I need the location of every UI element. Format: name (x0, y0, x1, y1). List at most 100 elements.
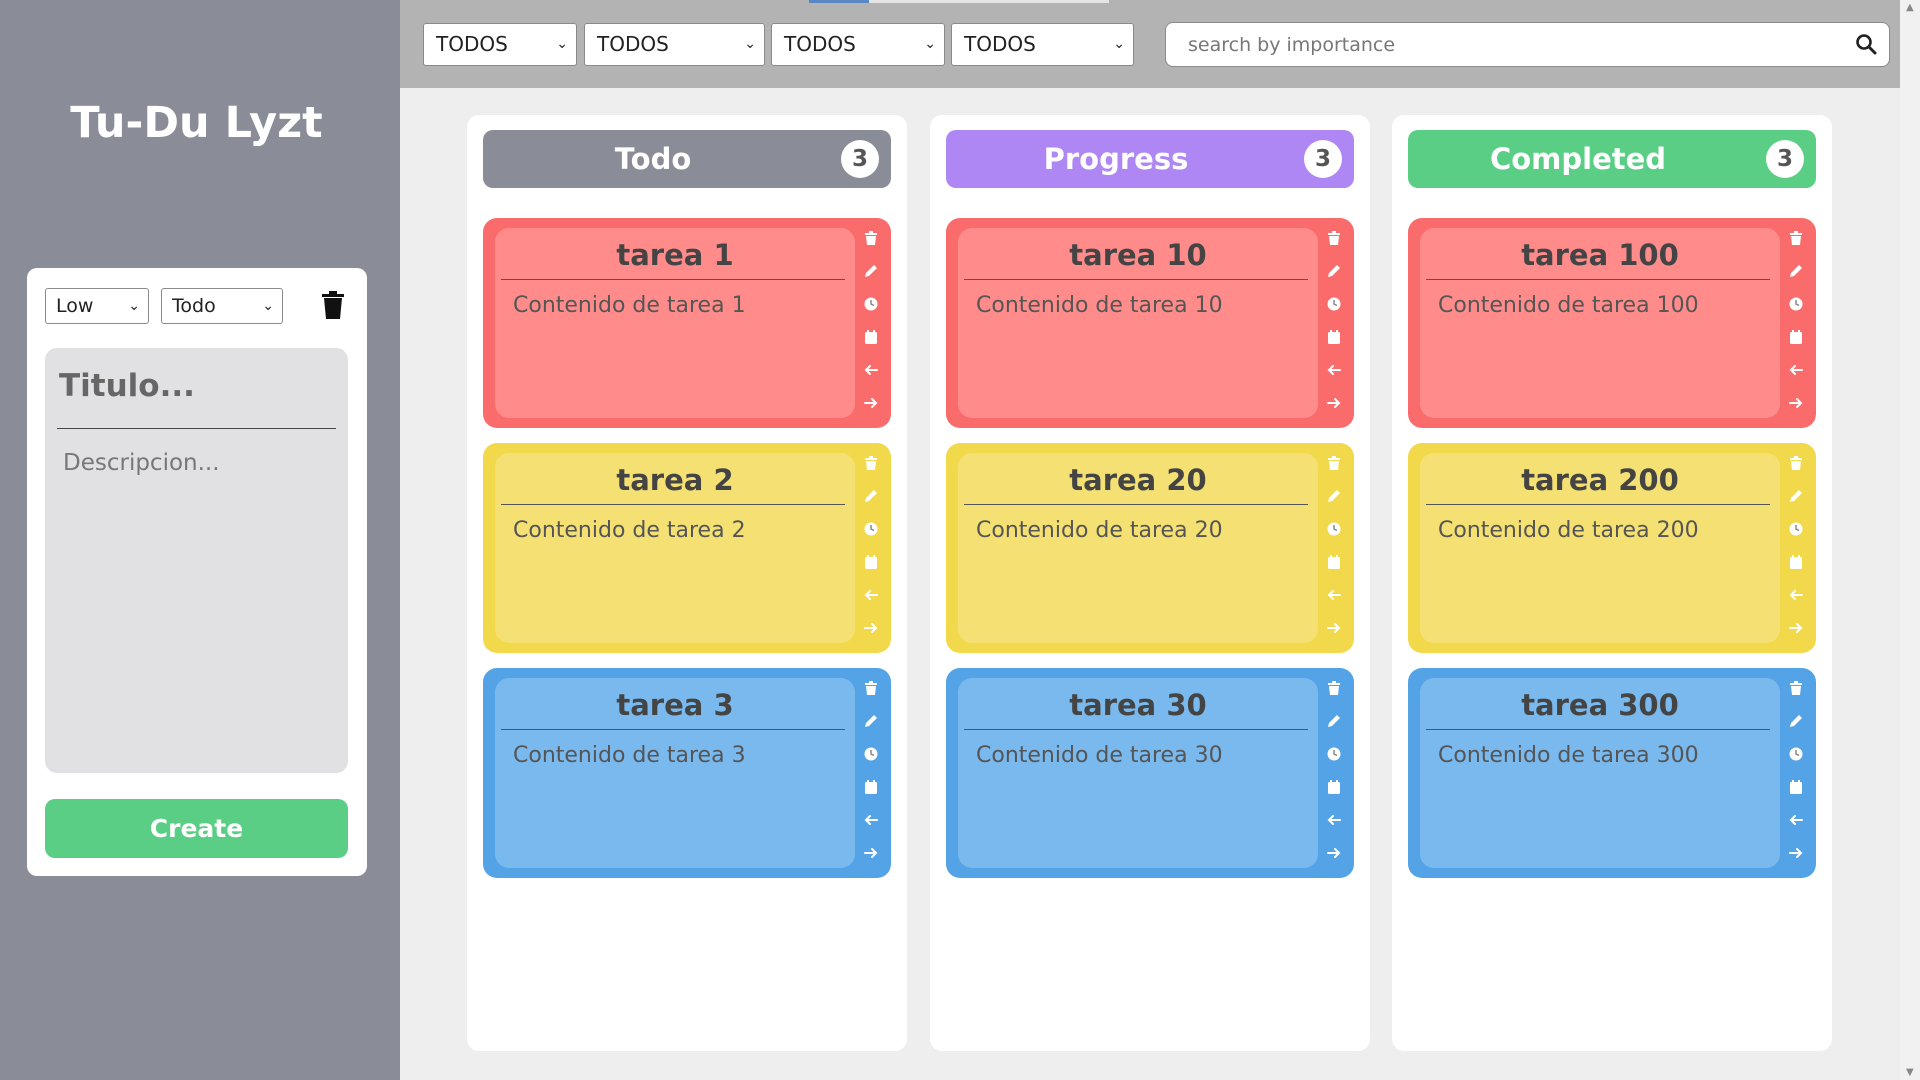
trash-icon[interactable] (1788, 680, 1804, 696)
trash-icon[interactable] (1788, 230, 1804, 246)
clock-icon[interactable] (863, 521, 879, 537)
task-card[interactable]: tarea 30 Contenido de tarea 30 (946, 668, 1354, 878)
clock-icon[interactable] (1788, 521, 1804, 537)
trash-icon[interactable] (863, 455, 879, 471)
clock-icon[interactable] (1788, 296, 1804, 312)
pencil-icon[interactable] (1326, 263, 1342, 279)
sidebar: Tu-Du Lyzt Low ⌄ Todo ⌄ Titulo... Descri… (0, 0, 400, 1080)
task-actions (1788, 455, 1810, 653)
pencil-icon[interactable] (1788, 713, 1804, 729)
task-card[interactable]: tarea 3 Contenido de tarea 3 (483, 668, 891, 878)
pencil-icon[interactable] (863, 488, 879, 504)
scrollbar[interactable]: ▲ ▼ (1900, 0, 1920, 1080)
clock-icon[interactable] (1788, 746, 1804, 762)
task-card-body: tarea 300 Contenido de tarea 300 (1420, 678, 1780, 868)
chevron-down-icon: ⌄ (1113, 36, 1125, 52)
calendar-icon[interactable] (1326, 779, 1342, 795)
task-card[interactable]: tarea 10 Contenido de tarea 10 (946, 218, 1354, 428)
clock-icon[interactable] (1326, 521, 1342, 537)
note-editor[interactable]: Titulo... Descripcion... (45, 348, 348, 773)
task-title: tarea 30 (1069, 688, 1207, 722)
arrow-left-icon[interactable] (1326, 362, 1342, 378)
pencil-icon[interactable] (863, 263, 879, 279)
clock-icon[interactable] (863, 746, 879, 762)
trash-icon[interactable] (1788, 455, 1804, 471)
search-input[interactable]: search by importance (1165, 22, 1890, 67)
pencil-icon[interactable] (1326, 488, 1342, 504)
calendar-icon[interactable] (863, 329, 879, 345)
column-completed: Completed 3 tarea 100 Contenido de tarea 10… (1392, 115, 1832, 1051)
chevron-down-icon: ⌄ (128, 298, 140, 314)
task-count-badge: 3 (1766, 140, 1804, 178)
task-actions (863, 455, 885, 653)
task-actions (1788, 230, 1810, 428)
arrow-right-icon[interactable] (1326, 845, 1342, 861)
calendar-icon[interactable] (1788, 779, 1804, 795)
arrow-right-icon[interactable] (863, 620, 879, 636)
create-button[interactable]: Create (45, 799, 348, 858)
filter-bar: TODOS ⌄ TODOS ⌄ TODOS ⌄ TODOS ⌄ search b… (400, 0, 1900, 88)
arrow-left-icon[interactable] (1788, 362, 1804, 378)
task-card[interactable]: tarea 200 Contenido de tarea 200 (1408, 443, 1816, 653)
filter-value: TODOS (964, 32, 1036, 56)
task-card[interactable]: tarea 100 Contenido de tarea 100 (1408, 218, 1816, 428)
calendar-icon[interactable] (863, 779, 879, 795)
scroll-up-icon[interactable]: ▲ (1906, 2, 1914, 13)
task-card-body: tarea 10 Contenido de tarea 10 (958, 228, 1318, 418)
arrow-right-icon[interactable] (1326, 395, 1342, 411)
title-input[interactable]: Titulo... (59, 368, 339, 404)
calendar-icon[interactable] (1788, 329, 1804, 345)
task-card[interactable]: tarea 1 Contenido de tarea 1 (483, 218, 891, 428)
task-card[interactable]: tarea 300 Contenido de tarea 300 (1408, 668, 1816, 878)
trash-icon[interactable] (1326, 455, 1342, 471)
arrow-right-icon[interactable] (1788, 845, 1804, 861)
calendar-icon[interactable] (1326, 329, 1342, 345)
divider (501, 504, 845, 505)
arrow-left-icon[interactable] (863, 587, 879, 603)
calendar-icon[interactable] (863, 554, 879, 570)
arrow-right-icon[interactable] (1788, 395, 1804, 411)
task-content: Contenido de tarea 10 (976, 293, 1223, 318)
arrow-left-icon[interactable] (1788, 812, 1804, 828)
task-actions (1788, 680, 1810, 878)
arrow-left-icon[interactable] (1326, 812, 1342, 828)
filter-select-1[interactable]: TODOS ⌄ (423, 23, 577, 66)
arrow-right-icon[interactable] (1326, 620, 1342, 636)
trash-icon[interactable] (863, 680, 879, 696)
arrow-left-icon[interactable] (1326, 587, 1342, 603)
search-icon[interactable] (1855, 33, 1877, 55)
arrow-left-icon[interactable] (863, 812, 879, 828)
filter-value: TODOS (597, 32, 669, 56)
arrow-left-icon[interactable] (1788, 587, 1804, 603)
clear-form-button[interactable] (320, 290, 346, 320)
filter-select-4[interactable]: TODOS ⌄ (951, 23, 1134, 66)
trash-icon[interactable] (863, 230, 879, 246)
trash-icon (322, 291, 344, 319)
task-card[interactable]: tarea 2 Contenido de tarea 2 (483, 443, 891, 653)
trash-icon[interactable] (1326, 680, 1342, 696)
arrow-right-icon[interactable] (1788, 620, 1804, 636)
arrow-right-icon[interactable] (863, 845, 879, 861)
calendar-icon[interactable] (1326, 554, 1342, 570)
clock-icon[interactable] (863, 296, 879, 312)
clock-icon[interactable] (1326, 746, 1342, 762)
task-card[interactable]: tarea 20 Contenido de tarea 20 (946, 443, 1354, 653)
filter-select-2[interactable]: TODOS ⌄ (584, 23, 765, 66)
divider (1426, 729, 1770, 730)
description-input[interactable]: Descripcion... (63, 450, 220, 476)
pencil-icon[interactable] (863, 713, 879, 729)
task-actions (1326, 230, 1348, 428)
task-title: tarea 20 (1069, 463, 1207, 497)
scroll-down-icon[interactable]: ▼ (1906, 1067, 1914, 1078)
filter-select-3[interactable]: TODOS ⌄ (771, 23, 945, 66)
arrow-right-icon[interactable] (863, 395, 879, 411)
clock-icon[interactable] (1326, 296, 1342, 312)
state-select[interactable]: Todo ⌄ (161, 288, 283, 324)
calendar-icon[interactable] (1788, 554, 1804, 570)
pencil-icon[interactable] (1788, 263, 1804, 279)
trash-icon[interactable] (1326, 230, 1342, 246)
pencil-icon[interactable] (1326, 713, 1342, 729)
priority-select[interactable]: Low ⌄ (45, 288, 149, 324)
pencil-icon[interactable] (1788, 488, 1804, 504)
arrow-left-icon[interactable] (863, 362, 879, 378)
